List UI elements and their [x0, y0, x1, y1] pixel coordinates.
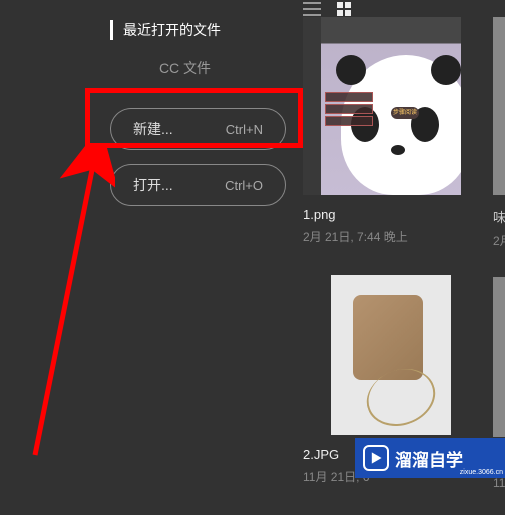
thumbnail-name: 1.png	[303, 207, 461, 222]
thumbnail-item[interactable]: 步骤阅读 1.png 2月 21日, 7:44 晚上	[303, 17, 461, 245]
thumbnail-image	[331, 275, 451, 435]
new-button[interactable]: 新建... Ctrl+N	[110, 108, 286, 150]
thumbnail-name: 味	[493, 207, 505, 226]
view-grid-icon[interactable]	[337, 2, 351, 16]
step-read-badge: 步骤阅读	[391, 107, 419, 119]
watermark-badge: 溜溜自学 zixue.3066.cn	[355, 438, 505, 478]
open-button[interactable]: 打开... Ctrl+O	[110, 164, 286, 206]
thumbnail-image: 步骤阅读	[303, 17, 461, 195]
play-icon	[363, 445, 389, 471]
thumbnail-date: 2月	[493, 232, 505, 249]
open-button-shortcut: Ctrl+O	[225, 178, 263, 193]
start-sidebar: 最近打开的文件 CC 文件 新建... Ctrl+N 打开... Ctrl+O	[80, 20, 300, 220]
new-button-shortcut: Ctrl+N	[226, 122, 263, 137]
watermark-url: zixue.3066.cn	[460, 469, 503, 476]
cc-files-tab[interactable]: CC 文件	[70, 58, 300, 78]
watermark-text: 溜溜自学	[395, 446, 463, 471]
recent-files-tab[interactable]: 最近打开的文件	[110, 20, 300, 40]
view-list-icon[interactable]	[303, 2, 321, 16]
thumbnail-date: 2月 21日, 7:44 晚上	[303, 228, 461, 245]
open-button-label: 打开...	[133, 175, 173, 195]
partial-thumbnails: 味 2月 毛 11月	[493, 17, 505, 491]
thumbnail-image[interactable]	[493, 17, 505, 195]
thumbnail-image[interactable]	[493, 277, 505, 437]
new-button-label: 新建...	[133, 119, 173, 139]
